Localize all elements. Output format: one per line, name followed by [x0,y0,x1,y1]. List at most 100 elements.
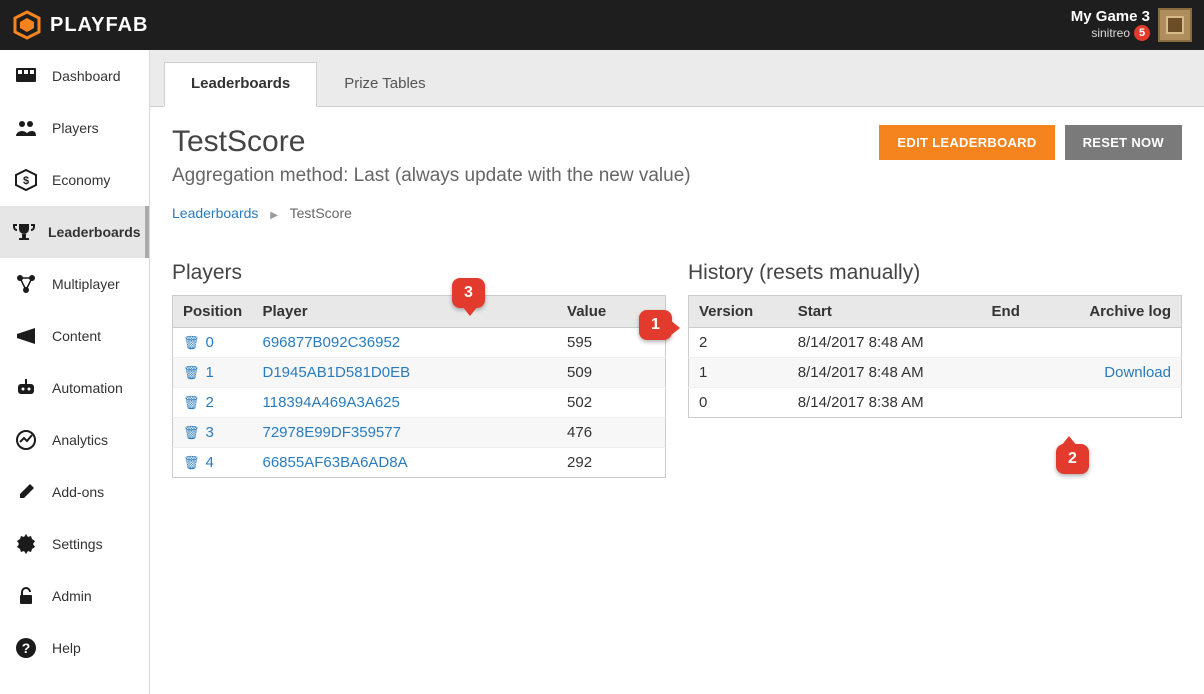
analytics-icon [12,428,40,452]
sidebar-item-label: Analytics [52,432,108,448]
breadcrumb-root[interactable]: Leaderboards [172,205,258,221]
position-link[interactable]: 2 [206,394,214,411]
players-heading: Players [172,261,666,285]
sidebar-item-label: Content [52,328,101,344]
sidebar-item-addons[interactable]: Add-ons [0,466,149,518]
player-link[interactable]: 696877B092C36952 [263,334,401,351]
player-link[interactable]: 72978E99DF359577 [263,424,401,441]
admin-icon [12,584,40,608]
position-link[interactable]: 3 [206,424,214,441]
table-row: 🗑 1 D1945AB1D581D0EB 509 [173,358,666,388]
table-row: 28/14/2017 8:48 AM [689,328,1182,358]
end-cell [982,358,1046,388]
version-cell: 0 [689,388,788,418]
annotation-pin-2: 2 [1056,444,1089,474]
sidebar-item-players[interactable]: Players [0,102,149,154]
sidebar-item-leaderboards[interactable]: Leaderboards [0,206,149,258]
sidebar-item-label: Automation [52,380,123,396]
end-cell [982,328,1046,358]
sidebar: Dashboard Players $ Economy Leaderboards… [0,50,150,694]
reset-now-button[interactable]: RESET NOW [1065,125,1182,160]
sidebar-item-label: Players [52,120,99,136]
col-start: Start [788,296,982,328]
table-row: 🗑 4 66855AF63BA6AD8A 292 [173,448,666,478]
sidebar-item-multiplayer[interactable]: Multiplayer [0,258,149,310]
start-cell: 8/14/2017 8:38 AM [788,388,982,418]
sidebar-item-help[interactable]: ? Help [0,622,149,674]
automation-icon [12,376,40,400]
start-cell: 8/14/2017 8:48 AM [788,358,982,388]
sidebar-item-dashboard[interactable]: Dashboard [0,50,149,102]
sidebar-item-label: Multiplayer [52,276,120,292]
sidebar-item-content[interactable]: Content [0,310,149,362]
end-cell [982,388,1046,418]
value-cell: 292 [557,448,665,478]
col-position: Position [173,296,253,328]
notification-badge: 5 [1134,25,1150,41]
trash-icon[interactable]: 🗑 [183,425,200,440]
help-icon: ? [12,636,40,660]
table-row: 🗑372978E99DF359577476 [173,418,666,448]
sidebar-item-admin[interactable]: Admin [0,570,149,622]
sidebar-item-settings[interactable]: Settings [0,518,149,570]
position-link[interactable]: 1 [206,364,214,381]
settings-icon [12,532,40,556]
sidebar-item-economy[interactable]: $ Economy [0,154,149,206]
sidebar-item-label: Settings [52,536,103,552]
value-cell: 509 [557,358,665,388]
sidebar-item-label: Dashboard [52,68,121,84]
user-block[interactable]: My Game 3 sinitreo 5 [1071,8,1192,42]
position-link[interactable]: 0 [206,334,214,351]
sidebar-item-automation[interactable]: Automation [0,362,149,414]
start-cell: 8/14/2017 8:48 AM [788,328,982,358]
col-end: End [982,296,1046,328]
multiplayer-icon [12,272,40,296]
brand[interactable]: PLAYFAB [12,10,149,40]
table-row: 🗑0696877B092C36952595 [173,328,666,358]
archive-cell: Download [1046,358,1182,388]
col-version: Version [689,296,788,328]
sidebar-item-label: Help [52,640,81,656]
trash-icon[interactable]: 🗑 [183,335,200,350]
breadcrumb-current: TestScore [290,205,352,221]
svg-text:$: $ [23,175,29,187]
player-link[interactable]: D1945AB1D581D0EB [263,364,411,381]
sidebar-item-label: Admin [52,588,92,604]
player-link[interactable]: 66855AF63BA6AD8A [263,454,408,471]
topbar: PLAYFAB My Game 3 sinitreo 5 [0,0,1204,50]
col-player: Player [253,296,558,328]
players-table: Position Player Value 🗑0696877B092C36952… [172,295,666,478]
username: sinitreo [1091,27,1130,40]
edit-leaderboard-button[interactable]: EDIT LEADERBOARD [879,125,1054,160]
sidebar-item-analytics[interactable]: Analytics [0,414,149,466]
value-cell: 502 [557,388,665,418]
sidebar-item-label: Economy [52,172,110,188]
players-panel: Players Position Player Value 🗑0696877B0… [172,261,666,478]
dashboard-icon [12,64,40,88]
trash-icon[interactable]: 🗑 [183,455,200,470]
brand-text: PLAYFAB [50,14,149,37]
page-subtitle: Aggregation method: Last (always update … [172,165,691,187]
addons-icon [12,480,40,504]
history-table: Version Start End Archive log 28/14/2017… [688,295,1182,418]
trash-icon[interactable]: 🗑 [183,365,200,380]
sidebar-item-label: Add-ons [52,484,104,500]
page-title: TestScore [172,125,691,159]
players-icon [12,116,40,140]
trash-icon[interactable]: 🗑 [183,395,200,410]
annotation-pin-3: 3 [452,278,485,308]
download-link[interactable]: Download [1104,364,1171,381]
player-link[interactable]: 118394A469A3A625 [263,394,400,411]
table-row: 🗑 2 118394A469A3A625 502 [173,388,666,418]
chevron-right-icon: ▶ [270,210,278,221]
tab-prize-tables[interactable]: Prize Tables [317,62,452,106]
history-panel: History (resets manually) Version Start … [688,261,1182,418]
col-archive: Archive log [1046,296,1182,328]
breadcrumb: Leaderboards ▶ TestScore [172,205,1182,221]
version-cell: 1 [689,358,788,388]
position-link[interactable]: 4 [206,454,214,471]
avatar[interactable] [1158,8,1192,42]
archive-cell [1046,328,1182,358]
tab-leaderboards[interactable]: Leaderboards [164,62,317,107]
logo-icon [12,10,42,40]
